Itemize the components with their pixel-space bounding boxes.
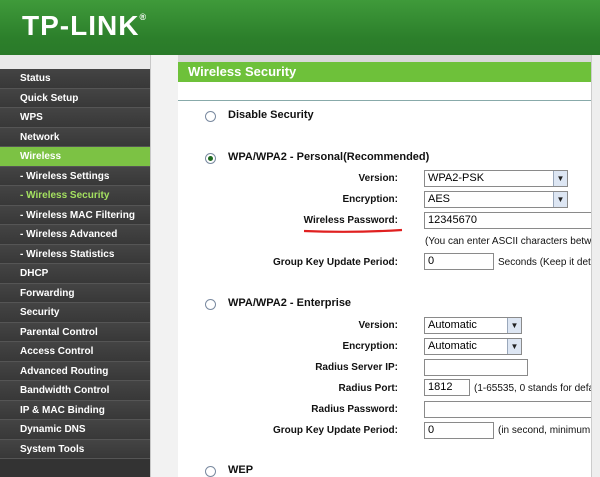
wpa-personal-label: WPA/WPA2 - Personal(Recommended) [228, 151, 430, 163]
sidebar-item-status[interactable]: Status [0, 69, 150, 89]
group-key-hint: Seconds (Keep it det [498, 257, 591, 268]
wep-radio[interactable] [205, 466, 216, 477]
radius-server-input[interactable] [424, 359, 528, 376]
wpa-personal-radio[interactable] [205, 153, 216, 164]
sidebar-item-wireless-settings[interactable]: - Wireless Settings [0, 166, 150, 186]
ent-group-key-label: Group Key Update Period: [272, 425, 398, 436]
sidebar-item-wireless-advanced[interactable]: - Wireless Advanced [0, 225, 150, 245]
radius-password-label: Radius Password: [311, 404, 398, 415]
ent-group-key-input[interactable]: 0 [424, 422, 494, 439]
header-banner: TP-LINK® [0, 0, 600, 55]
radius-server-label: Radius Server IP: [315, 362, 398, 373]
sidebar-item-access-control[interactable]: Access Control [0, 342, 150, 362]
sidebar-menu: Status Quick Setup WPS Network Wireless … [0, 69, 150, 477]
chevron-down-icon: ▼ [553, 192, 567, 207]
radius-password-input[interactable] [424, 401, 594, 418]
sidebar-item-dhcp[interactable]: DHCP [0, 264, 150, 284]
sidebar-item-wireless-statistics[interactable]: - Wireless Statistics [0, 244, 150, 264]
sidebar-item-parental-control[interactable]: Parental Control [0, 322, 150, 342]
sidebar-item-wireless-security[interactable]: - Wireless Security [0, 186, 150, 206]
radius-port-hint: (1-65535, 0 stands for defa [474, 383, 591, 394]
encryption-label: Encryption: [342, 194, 398, 205]
wpa-enterprise-radio[interactable] [205, 299, 216, 310]
version-label: Version: [358, 173, 398, 184]
chevron-down-icon: ▼ [507, 339, 521, 354]
disable-security-radio[interactable] [205, 111, 216, 122]
page-title: Wireless Security [178, 62, 591, 82]
sidebar-item-ip-mac-binding[interactable]: IP & MAC Binding [0, 400, 150, 420]
sidebar-item-security[interactable]: Security [0, 303, 150, 323]
wireless-password-label: Wireless Password: [303, 215, 398, 226]
sidebar-item-network[interactable]: Network [0, 127, 150, 147]
sidebar-item-bandwidth-control[interactable]: Bandwidth Control [0, 381, 150, 401]
sidebar-item-wireless-mac-filtering[interactable]: - Wireless MAC Filtering [0, 205, 150, 225]
chevron-down-icon: ▼ [507, 318, 521, 333]
version-select[interactable]: WPA2-PSK ▼ [424, 170, 568, 187]
encryption-select[interactable]: AES ▼ [424, 191, 568, 208]
group-key-input[interactable]: 0 [424, 253, 494, 270]
disable-security-label: Disable Security [228, 109, 314, 121]
sidebar-item-wps[interactable]: WPS [0, 108, 150, 128]
ent-encryption-label: Encryption: [342, 341, 398, 352]
radius-port-input[interactable]: 1812 [424, 379, 470, 396]
group-key-label: Group Key Update Period: [272, 257, 398, 268]
sidebar-item-system-tools[interactable]: System Tools [0, 439, 150, 459]
sidebar-item-forwarding[interactable]: Forwarding [0, 283, 150, 303]
content-gutter [150, 55, 178, 477]
ent-encryption-select[interactable]: Automatic ▼ [424, 338, 522, 355]
vertical-scrollbar[interactable] [591, 55, 600, 477]
title-rule [178, 100, 591, 101]
tp-link-logo: TP-LINK® [22, 10, 147, 41]
ent-group-key-hint: (in second, minimum [498, 425, 591, 436]
chevron-down-icon: ▼ [553, 171, 567, 186]
password-hint: (You can enter ASCII characters betw [425, 236, 591, 247]
ent-version-select[interactable]: Automatic ▼ [424, 317, 522, 334]
wireless-password-input[interactable]: 12345670 [424, 212, 594, 229]
ent-version-label: Version: [358, 320, 398, 331]
wpa-enterprise-label: WPA/WPA2 - Enterprise [228, 297, 352, 309]
sidebar-item-dynamic-dns[interactable]: Dynamic DNS [0, 420, 150, 440]
red-underline-annotation [303, 228, 403, 233]
wep-label: WEP [228, 464, 254, 476]
radius-port-label: Radius Port: [338, 383, 398, 394]
sidebar-item-quick-setup[interactable]: Quick Setup [0, 88, 150, 108]
sidebar-item-wireless[interactable]: Wireless [0, 147, 150, 167]
sidebar-item-advanced-routing[interactable]: Advanced Routing [0, 361, 150, 381]
